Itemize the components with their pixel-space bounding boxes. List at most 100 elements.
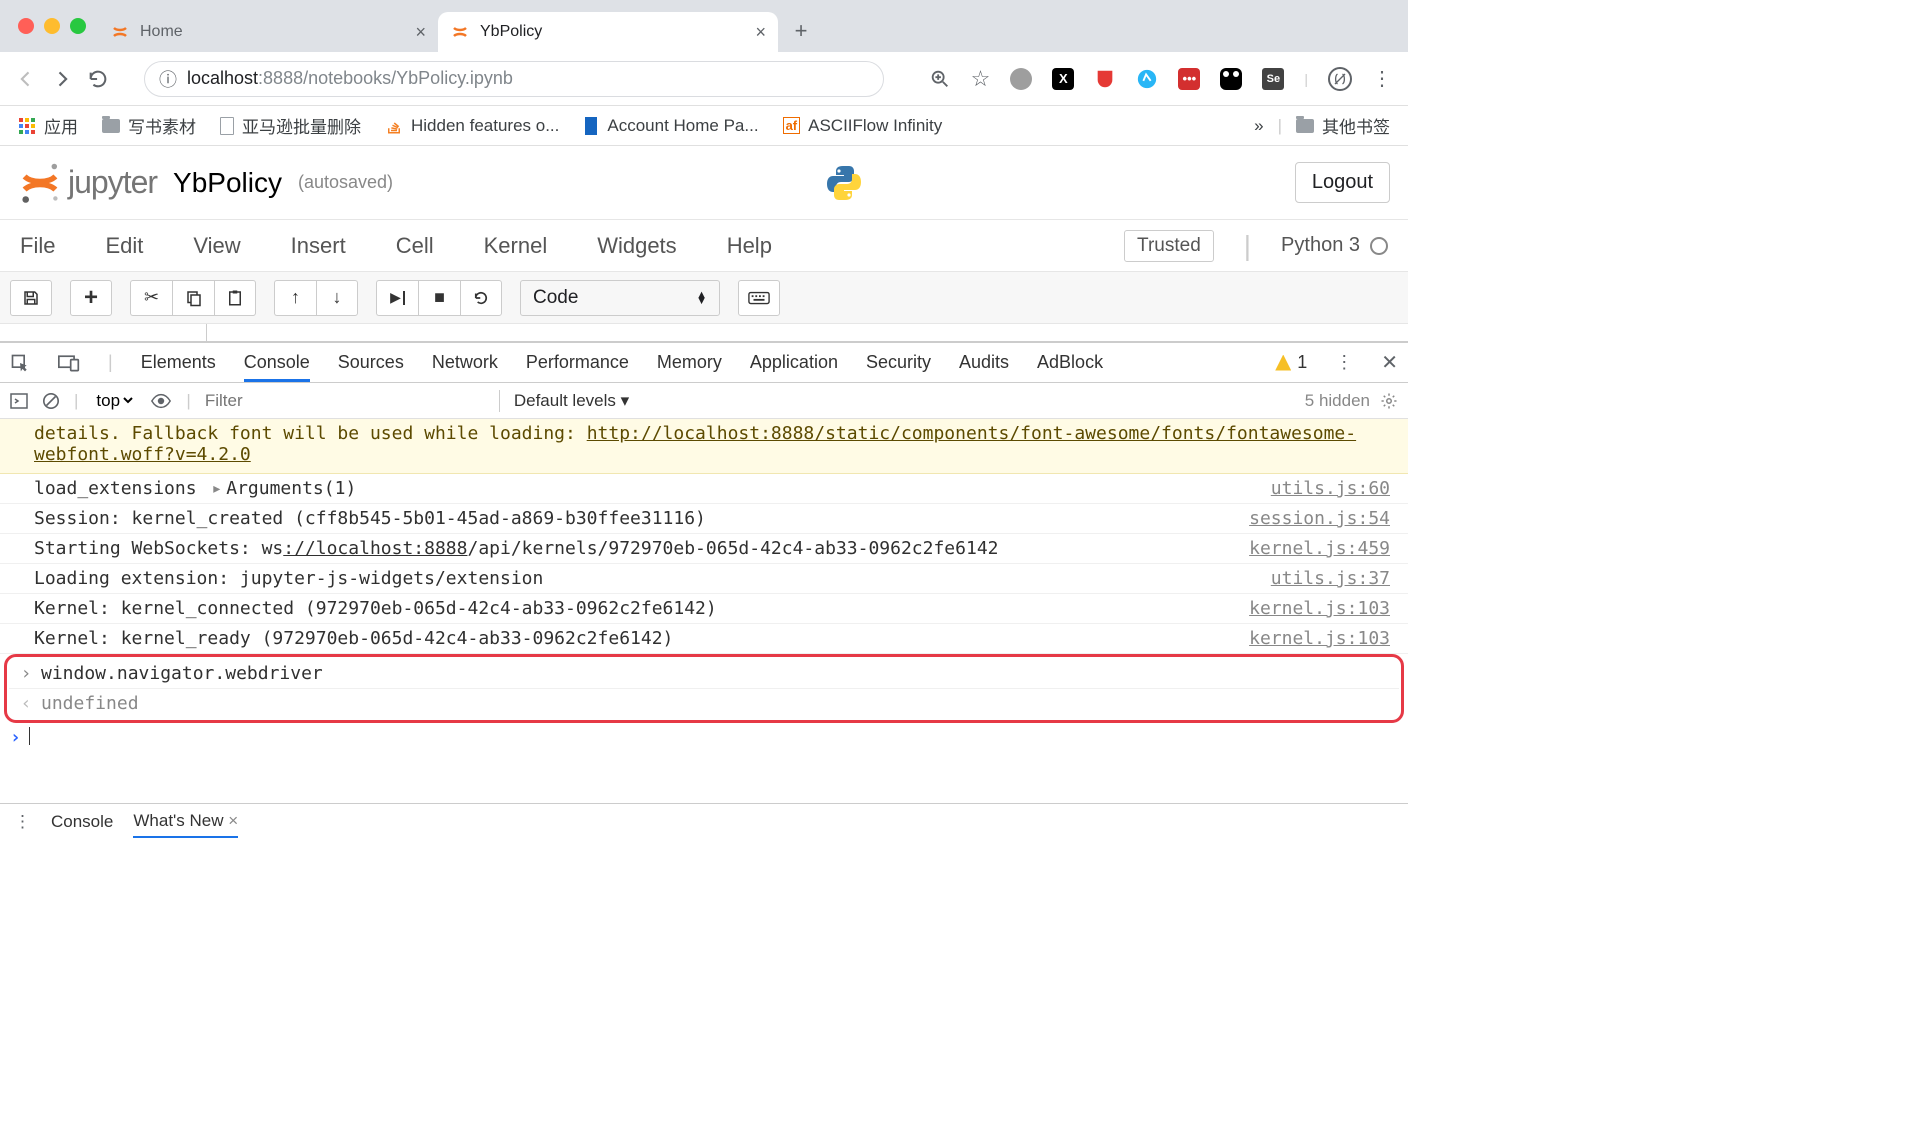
move-down-button[interactable]: ↓	[316, 280, 358, 316]
eye-icon[interactable]	[150, 393, 172, 409]
apps-button[interactable]: 应用	[18, 113, 78, 138]
stop-button[interactable]: ■	[418, 280, 460, 316]
zoom-icon[interactable]	[929, 68, 951, 90]
source-link[interactable]: kernel.js:103	[1229, 628, 1390, 649]
menu-cell[interactable]: Cell	[396, 233, 434, 259]
run-button[interactable]: ▶	[376, 280, 418, 316]
extension-icon[interactable]	[1010, 68, 1032, 90]
extension-icon[interactable]	[1136, 68, 1158, 90]
devtools-tab-console[interactable]: Console	[244, 352, 310, 382]
bookmark-item[interactable]: 亚马逊批量删除	[220, 113, 361, 138]
extension-icon[interactable]	[1328, 67, 1352, 91]
ublock-icon[interactable]	[1094, 68, 1116, 90]
devtools-tab-audits[interactable]: Audits	[959, 352, 1009, 373]
bookmark-item[interactable]: Hidden features o...	[385, 116, 559, 136]
forward-button[interactable]	[48, 65, 76, 93]
devtools-tab-sources[interactable]: Sources	[338, 352, 404, 373]
menu-file[interactable]: File	[20, 233, 55, 259]
bookmark-item[interactable]: 写书素材	[102, 113, 196, 138]
source-link[interactable]: session.js:54	[1229, 508, 1390, 529]
menu-view[interactable]: View	[193, 233, 240, 259]
move-up-button[interactable]: ↑	[274, 280, 316, 316]
add-cell-button[interactable]: +	[70, 280, 112, 316]
command-palette-button[interactable]	[738, 280, 780, 316]
chevron-left-icon: ‹	[19, 693, 33, 714]
notebook-name[interactable]: YbPolicy	[173, 167, 282, 199]
jupyter-header: jupyter YbPolicy (autosaved) Logout	[0, 146, 1408, 220]
devtools-tab-memory[interactable]: Memory	[657, 352, 722, 373]
devtools-tab-adblock[interactable]: AdBlock	[1037, 352, 1103, 373]
menu-kernel[interactable]: Kernel	[484, 233, 548, 259]
logout-button[interactable]: Logout	[1295, 162, 1390, 203]
extension-icon[interactable]	[1220, 68, 1242, 90]
kernel-indicator[interactable]: Python 3	[1281, 234, 1388, 257]
levels-select[interactable]: Default levels ▾	[514, 391, 629, 411]
tab-title: YbPolicy	[480, 23, 542, 41]
extension-icon[interactable]: •••	[1178, 68, 1200, 90]
maximize-window-button[interactable]	[70, 18, 86, 34]
filter-input[interactable]	[205, 391, 485, 411]
drawer-tab-whatsnew[interactable]: What's New ×	[133, 811, 238, 838]
reload-button[interactable]	[84, 65, 112, 93]
devtools-tab-network[interactable]: Network	[432, 352, 498, 373]
chevron-right-icon: ›	[10, 727, 21, 748]
browser-tabstrip: Home × YbPolicy × +	[0, 0, 1408, 52]
copy-button[interactable]	[172, 280, 214, 316]
devtools-tab-elements[interactable]: Elements	[141, 352, 216, 373]
bookmark-item[interactable]: afASCIIFlow Infinity	[783, 116, 943, 136]
cut-button[interactable]: ✂	[130, 280, 172, 316]
menu-icon[interactable]: ⋮	[1372, 66, 1392, 91]
browser-tab-ybpolicy[interactable]: YbPolicy ×	[438, 12, 778, 52]
menu-insert[interactable]: Insert	[291, 233, 346, 259]
celltype-select[interactable]: Code▲▼	[520, 280, 720, 316]
info-icon[interactable]: ⓘ	[159, 66, 177, 92]
address-bar[interactable]: ⓘ localhost:8888/notebooks/YbPolicy.ipyn…	[144, 61, 884, 97]
browser-tab-home[interactable]: Home ×	[98, 12, 438, 52]
move-group: ↑ ↓	[274, 280, 358, 316]
console-sidebar-icon[interactable]	[10, 393, 28, 409]
context-select[interactable]: top	[92, 390, 136, 411]
save-button[interactable]	[10, 280, 52, 316]
new-tab-button[interactable]: +	[784, 14, 818, 48]
other-bookmarks[interactable]: 其他书签	[1296, 113, 1390, 138]
warning-count[interactable]: 1	[1275, 352, 1307, 373]
drawer-menu-icon[interactable]: ⋮	[14, 812, 31, 832]
selenium-icon[interactable]: Se	[1262, 68, 1284, 90]
menu-widgets[interactable]: Widgets	[597, 233, 676, 259]
trusted-indicator[interactable]: Trusted	[1124, 230, 1214, 262]
star-icon[interactable]: ☆	[971, 66, 991, 92]
bookmarks-overflow[interactable]: »	[1254, 116, 1263, 136]
devtools-tab-application[interactable]: Application	[750, 352, 838, 373]
jupyter-logo[interactable]: jupyter	[18, 161, 157, 205]
paste-button[interactable]	[214, 280, 256, 316]
close-icon[interactable]: ×	[755, 22, 766, 43]
menu-edit[interactable]: Edit	[105, 233, 143, 259]
device-icon[interactable]	[58, 353, 80, 373]
source-link[interactable]: kernel.js:459	[1229, 538, 1390, 559]
extension-icon[interactable]: X	[1052, 68, 1074, 90]
source-link[interactable]: utils.js:60	[1251, 478, 1390, 499]
clear-console-icon[interactable]	[42, 392, 60, 410]
minimize-window-button[interactable]	[44, 18, 60, 34]
devtools-tab-security[interactable]: Security	[866, 352, 931, 373]
console-prompt[interactable]: ›	[0, 723, 1408, 752]
devtools-close-icon[interactable]: ✕	[1381, 350, 1398, 375]
jupyter-menubar: File Edit View Insert Cell Kernel Widget…	[0, 220, 1408, 272]
console-log: Kernel: kernel_ready (972970eb-065d-42c4…	[0, 624, 1408, 654]
drawer-tab-console[interactable]: Console	[51, 812, 113, 832]
close-icon[interactable]: ×	[415, 22, 426, 43]
bookmark-item[interactable]: Account Home Pa...	[583, 116, 758, 136]
restart-button[interactable]	[460, 280, 502, 316]
close-icon[interactable]: ×	[228, 811, 238, 830]
devtools-tab-performance[interactable]: Performance	[526, 352, 629, 373]
source-link[interactable]: utils.js:37	[1251, 568, 1390, 589]
inspect-icon[interactable]	[10, 353, 30, 373]
expander-icon[interactable]: ▸	[211, 478, 222, 499]
settings-icon[interactable]	[1380, 392, 1398, 410]
close-window-button[interactable]	[18, 18, 34, 34]
source-link[interactable]: kernel.js:103	[1229, 598, 1390, 619]
devtools-menu-icon[interactable]: ⋮	[1335, 352, 1353, 373]
notebook-area-sliver	[0, 324, 1408, 342]
back-button[interactable]	[12, 65, 40, 93]
menu-help[interactable]: Help	[727, 233, 772, 259]
